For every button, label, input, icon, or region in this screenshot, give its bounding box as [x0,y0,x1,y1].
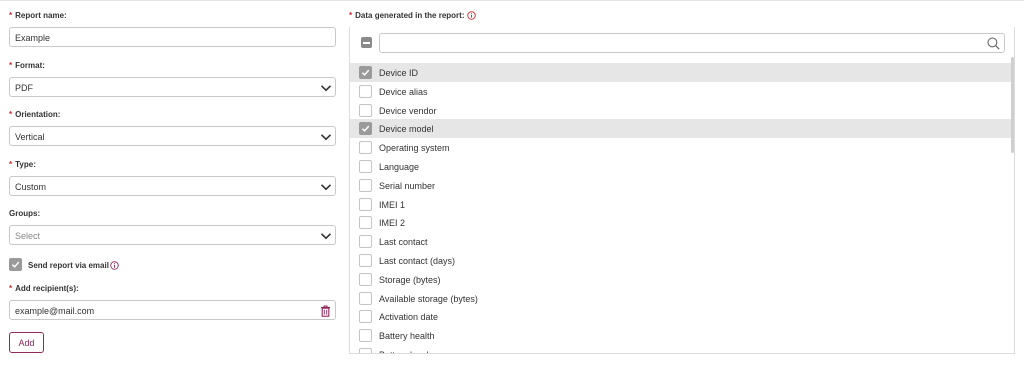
groups-select[interactable]: Select [9,225,336,245]
list-item-label: Operating system [379,143,450,154]
list-item[interactable]: Device vendor [350,101,1013,120]
list-item-checkbox[interactable] [359,122,372,136]
list-item[interactable]: Operating system [350,138,1013,157]
report-name-label: * Report name: [9,11,67,20]
groups-label: Groups: [9,209,41,218]
list-item-label: Last contact (days) [379,255,456,266]
list-item[interactable]: Activation date [350,307,1013,326]
list-item[interactable]: Battery level [350,345,1013,353]
list-item-checkbox[interactable] [359,66,372,79]
data-generated-label: * Data generated in the report: [349,11,465,20]
recipients-label: * Add recipient(s): [9,284,79,293]
list-item-checkbox[interactable] [359,103,372,117]
list-item-label: Last contact [379,237,428,248]
list-item-label: Device vendor [379,105,437,116]
send-email-checkbox[interactable] [9,258,22,271]
chevron-down-icon [320,85,332,92]
orientation-select[interactable]: Vertical [9,126,336,146]
chevron-down-icon [320,134,332,141]
list-item[interactable]: Device ID [350,63,1013,82]
orientation-label: * Orientation: [9,110,61,119]
list-item-label: Serial number [379,180,436,191]
list-item-label: Battery level [379,350,429,353]
data-fields-search-input[interactable] [379,33,1005,53]
list-item[interactable]: Device model [350,119,1013,139]
data-fields-list: Device ID Device alias Device vendor Device… [350,63,1013,353]
list-item[interactable]: Storage (bytes) [350,270,1013,289]
recipient-email-value: example@mail.com [15,306,95,316]
list-item[interactable]: Language [350,157,1013,176]
list-item-checkbox[interactable] [359,253,372,267]
type-select[interactable]: Custom [9,176,336,196]
trash-icon[interactable] [320,305,331,317]
info-icon[interactable] [110,261,119,270]
report-name-input[interactable]: Example [9,27,336,47]
list-item-checkbox[interactable] [359,216,372,230]
list-item-checkbox[interactable] [359,272,372,286]
list-item[interactable]: Last contact [350,232,1013,251]
add-recipient-button[interactable]: Add [9,332,44,353]
list-item[interactable]: IMEI 1 [350,195,1013,214]
list-item-label: IMEI 1 [379,199,406,210]
list-item-label: Available storage (bytes) [379,293,478,304]
list-item-checkbox[interactable] [359,235,372,249]
list-item-label: Activation date [379,312,439,323]
list-item-checkbox[interactable] [359,178,372,192]
info-icon[interactable] [467,11,476,20]
list-item-checkbox[interactable] [359,347,372,353]
report-name-value: Example [15,33,51,43]
checkmark-icon [361,126,370,133]
list-item-checkbox[interactable] [359,197,372,211]
chevron-down-icon [320,233,332,240]
list-item-label: Storage (bytes) [379,274,441,285]
orientation-value: Vertical [15,132,45,142]
list-item[interactable]: Available storage (bytes) [350,289,1013,308]
scrollbar-thumb[interactable] [1011,57,1014,153]
format-label: * Format: [9,61,45,70]
type-value: Custom [15,182,47,192]
select-all-indeterminate-checkbox[interactable] [361,37,372,48]
data-fields-panel: Device ID Device alias Device vendor Device… [349,27,1015,354]
list-item-checkbox[interactable] [359,159,372,173]
data-fields-search-row [350,27,1014,63]
list-item[interactable]: Serial number [350,176,1013,195]
format-value: PDF [15,83,33,93]
recipient-email-input[interactable]: example@mail.com [9,300,336,320]
type-label: * Type: [9,160,36,169]
list-item-checkbox[interactable] [359,310,372,324]
list-item-label: Battery health [379,331,435,342]
checkmark-icon [11,261,20,268]
list-item-label: Device alias [379,86,428,97]
list-item-checkbox[interactable] [359,291,372,305]
groups-placeholder: Select [15,231,41,241]
format-select[interactable]: PDF [9,77,336,97]
top-divider [0,0,1024,1]
list-item-label: Device model [379,124,434,135]
list-item[interactable]: IMEI 2 [350,213,1013,232]
list-item-label: IMEI 2 [379,218,406,229]
send-email-label: Send report via email [28,261,109,270]
list-item-label: Device ID [379,68,419,78]
list-item-label: Language [379,161,420,172]
list-item-checkbox[interactable] [359,84,372,98]
list-item[interactable]: Last contact (days) [350,251,1013,270]
chevron-down-icon [320,184,332,191]
list-item-checkbox[interactable] [359,141,372,155]
list-item[interactable]: Battery health [350,326,1013,345]
search-icon [987,37,1000,50]
list-item[interactable]: Device alias [350,82,1013,101]
checkmark-icon [361,69,370,76]
list-item-checkbox[interactable] [359,329,372,343]
